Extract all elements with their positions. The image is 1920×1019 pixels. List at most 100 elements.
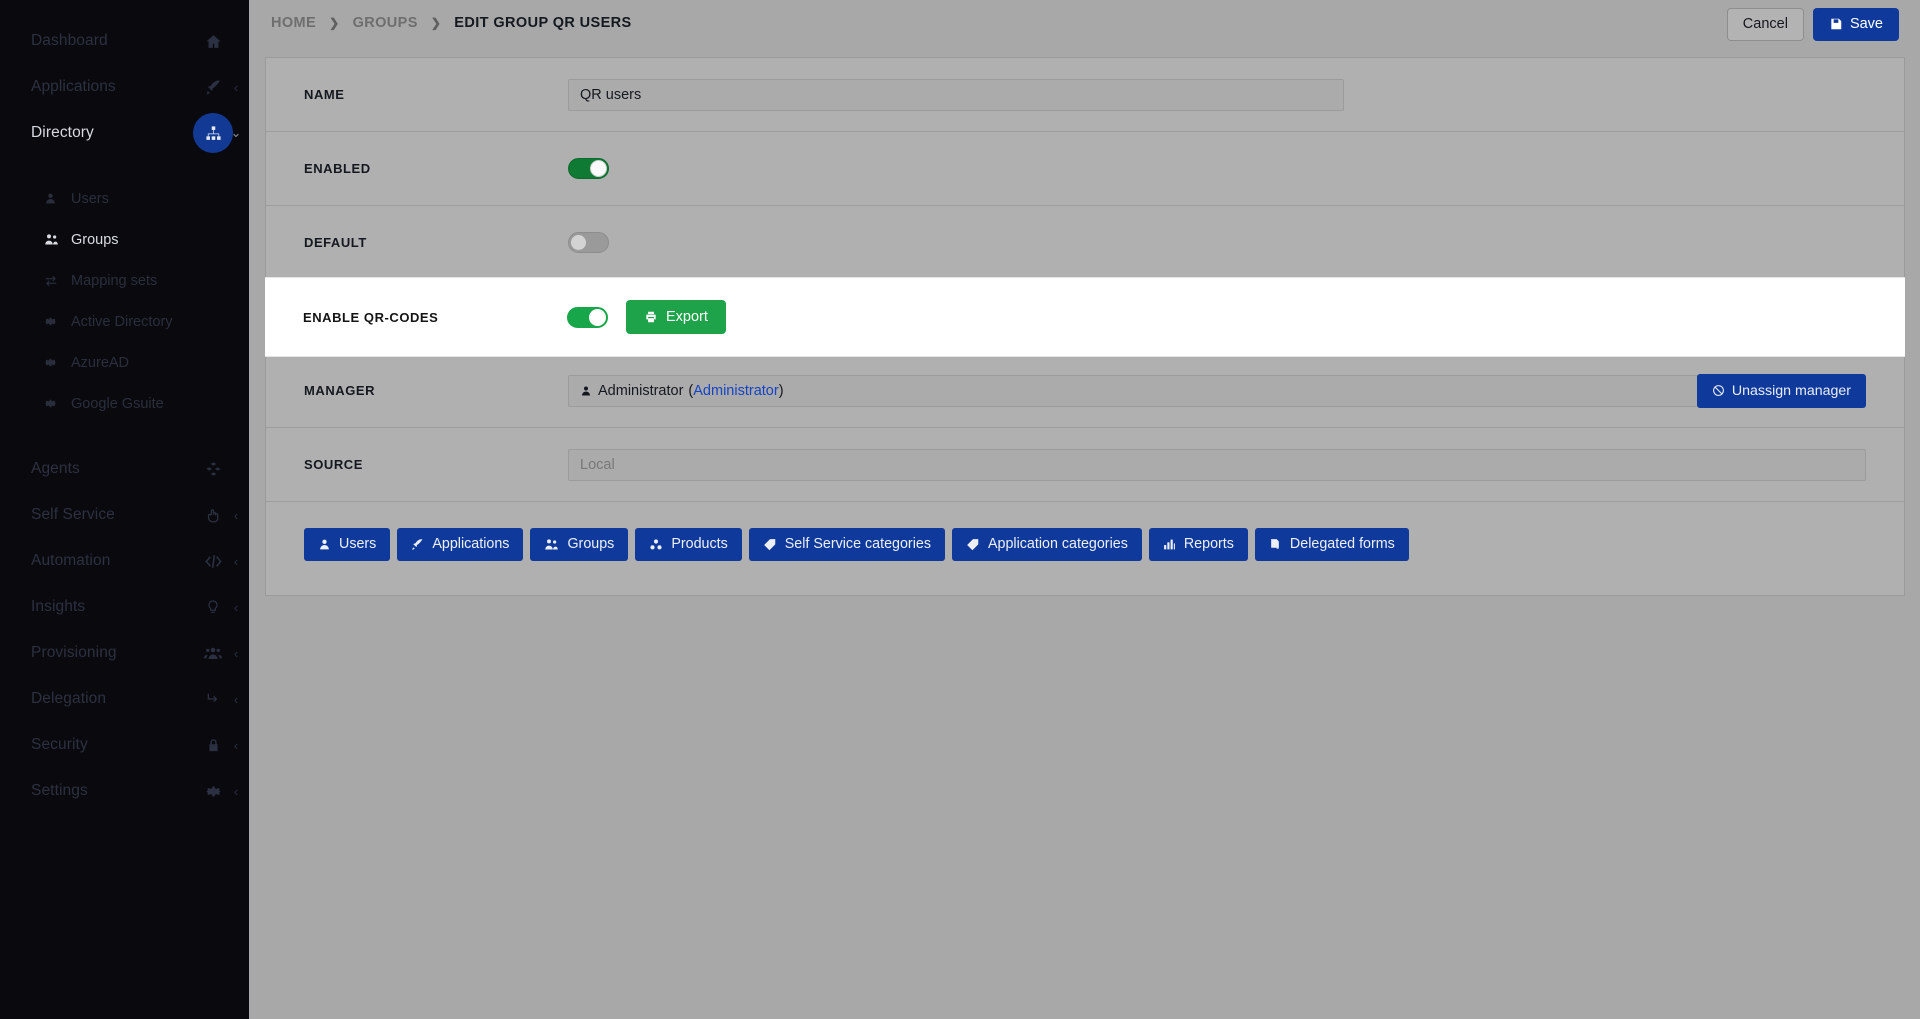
rocket-icon xyxy=(411,538,424,551)
enabled-toggle[interactable] xyxy=(568,158,609,179)
sidebar-subitem-google-gsuite[interactable]: Google Gsuite xyxy=(0,383,249,424)
sidebar-gap-2 xyxy=(0,424,249,446)
sidebar-subitem-users[interactable]: Users xyxy=(0,178,249,219)
sidebar-subitem-label: Google Gsuite xyxy=(71,395,164,412)
users-icon xyxy=(44,232,62,247)
breadcrumb-home[interactable]: HOME xyxy=(271,15,316,31)
sidebar-item-dashboard[interactable]: Dashboard xyxy=(0,18,249,64)
ban-icon xyxy=(1712,384,1725,397)
sitemap-icon xyxy=(193,113,233,153)
manager-label: MANAGER xyxy=(304,383,376,398)
sidebar-item-delegation[interactable]: Delegation ‹ xyxy=(0,676,249,722)
row-enabled: ENABLED xyxy=(266,132,1904,206)
sidebar-item-self-service[interactable]: Self Service ‹ xyxy=(0,492,249,538)
tab-products[interactable]: Products xyxy=(635,528,742,561)
top-bar: HOME ❯ GROUPS ❯ EDIT GROUP QR USERS Canc… xyxy=(249,0,1920,46)
gear-icon xyxy=(202,780,224,802)
chevron-right-icon: ❯ xyxy=(430,16,442,30)
sidebar-subitem-label: Active Directory xyxy=(71,313,173,330)
sidebar-subitem-label: AzureAD xyxy=(71,354,130,371)
tab-self-service-categories[interactable]: Self Service categories xyxy=(748,528,945,561)
exchange-icon xyxy=(44,274,62,288)
sidebar-item-label: Security xyxy=(31,736,88,753)
tab-delegated-forms[interactable]: Delegated forms xyxy=(1254,528,1409,561)
manager-input[interactable]: Administrator ( Administrator ) xyxy=(568,374,1698,407)
chevron-left-icon: ‹ xyxy=(233,783,239,799)
tab-groups[interactable]: Groups xyxy=(530,528,629,561)
export-button[interactable]: Export xyxy=(626,300,726,334)
tab-label: Users xyxy=(339,536,377,553)
chart-icon xyxy=(1163,538,1176,551)
sidebar-item-security[interactable]: Security ‹ xyxy=(0,722,249,768)
chevron-left-icon: ‹ xyxy=(233,553,239,569)
tab-label: Application categories xyxy=(987,536,1128,553)
main-content: HOME ❯ GROUPS ❯ EDIT GROUP QR USERS Canc… xyxy=(249,0,1920,1019)
chevron-left-icon: ‹ xyxy=(233,599,239,615)
sidebar-subitem-azuread[interactable]: AzureAD xyxy=(0,342,249,383)
sidebar-item-agents[interactable]: Agents xyxy=(0,446,249,492)
bulb-icon xyxy=(202,596,224,618)
source-input[interactable]: Local xyxy=(568,448,1866,481)
chevron-left-icon: ‹ xyxy=(233,79,239,95)
sidebar-item-insights[interactable]: Insights ‹ xyxy=(0,584,249,630)
toggle-knob xyxy=(589,308,606,326)
chevron-left-icon: ‹ xyxy=(233,737,239,753)
breadcrumb: HOME ❯ GROUPS ❯ EDIT GROUP QR USERS xyxy=(271,15,632,31)
export-button-label: Export xyxy=(666,309,708,325)
lock-icon xyxy=(202,734,224,756)
sidebar-item-label: Self Service xyxy=(31,506,115,523)
print-icon xyxy=(644,310,658,324)
breadcrumb-groups[interactable]: GROUPS xyxy=(353,15,418,31)
sidebar-item-label: Provisioning xyxy=(31,644,117,661)
gear-icon xyxy=(44,315,62,328)
toggle-knob xyxy=(590,160,607,177)
row-default: DEFAULT xyxy=(266,206,1904,280)
sidebar-item-applications[interactable]: Applications ‹ xyxy=(0,64,249,110)
tab-application-categories[interactable]: Application categories xyxy=(951,528,1142,561)
sidebar-subitem-groups[interactable]: Groups xyxy=(0,219,249,260)
top-actions: Cancel Save xyxy=(1726,8,1899,41)
unassign-manager-button[interactable]: Unassign manager xyxy=(1696,373,1866,408)
row-source: SOURCE Local xyxy=(266,428,1904,502)
name-input[interactable]: QR users xyxy=(568,78,1344,111)
sidebar-item-automation[interactable]: Automation ‹ xyxy=(0,538,249,584)
chevron-left-icon: ‹ xyxy=(233,645,239,661)
default-toggle[interactable] xyxy=(568,232,609,253)
enabled-label: ENABLED xyxy=(304,161,371,176)
sidebar-subitem-label: Mapping sets xyxy=(71,272,158,289)
unassign-manager-label: Unassign manager xyxy=(1731,382,1851,399)
tab-applications[interactable]: Applications xyxy=(397,528,524,561)
home-icon xyxy=(202,30,224,52)
manager-login-link[interactable]: Administrator xyxy=(693,383,778,399)
tag-icon xyxy=(966,538,980,552)
sidebar-subitem-active-directory[interactable]: Active Directory xyxy=(0,301,249,342)
tab-label: Reports xyxy=(1183,536,1234,553)
sidebar-item-label: Agents xyxy=(31,460,80,477)
sidebar-item-directory[interactable]: Directory ⌄ xyxy=(0,110,249,156)
cubes-icon xyxy=(649,538,663,552)
users-icon xyxy=(544,537,559,552)
tab-label: Groups xyxy=(567,536,615,553)
code-icon xyxy=(202,550,224,572)
enable-qrcodes-toggle[interactable] xyxy=(567,306,608,328)
name-label: NAME xyxy=(304,87,345,102)
tab-reports[interactable]: Reports xyxy=(1148,528,1248,561)
sidebar-item-label: Applications xyxy=(31,78,116,95)
save-button[interactable]: Save xyxy=(1812,8,1899,41)
sidebar-subitem-mapping-sets[interactable]: Mapping sets xyxy=(0,260,249,301)
tab-label: Products xyxy=(671,536,728,553)
sidebar-item-label: Dashboard xyxy=(31,32,108,49)
usergroup-icon xyxy=(202,642,224,664)
gear-icon xyxy=(44,356,62,369)
hand-icon xyxy=(202,504,224,526)
cancel-button[interactable]: Cancel xyxy=(1726,8,1804,41)
chevron-left-icon: ‹ xyxy=(233,507,239,523)
tag-icon xyxy=(763,538,777,552)
tab-users[interactable]: Users xyxy=(304,528,391,561)
sidebar: Dashboard Applications ‹ Directory ⌄ Use… xyxy=(0,0,249,1019)
sidebar-item-provisioning[interactable]: Provisioning ‹ xyxy=(0,630,249,676)
user-icon xyxy=(318,538,331,551)
sidebar-item-settings[interactable]: Settings ‹ xyxy=(0,768,249,814)
app-root: Dashboard Applications ‹ Directory ⌄ Use… xyxy=(0,0,1920,1019)
